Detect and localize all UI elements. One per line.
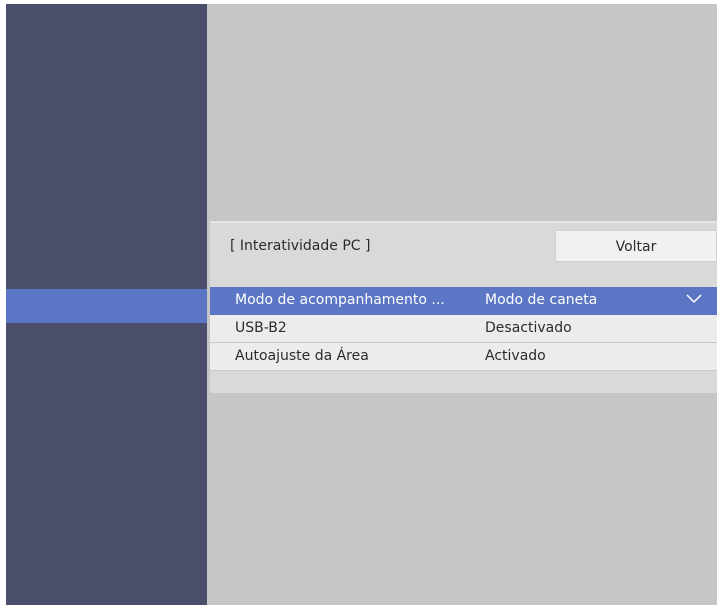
setting-row-area-autoadjust[interactable]: Autoajuste da Área Activado: [210, 343, 717, 371]
screen-frame: [ Interatividade PC ] Voltar Modo de aco…: [6, 4, 717, 605]
panel-title: [ Interatividade PC ]: [230, 238, 371, 254]
setting-label: Modo de acompanhamento ...: [235, 292, 445, 308]
setting-label: Autoajuste da Área: [235, 348, 369, 364]
setting-value: Activado: [485, 348, 546, 364]
sidebar: [6, 4, 207, 605]
settings-list: Modo de acompanhamento ... Modo de canet…: [210, 287, 717, 371]
setting-row-tracking-mode[interactable]: Modo de acompanhamento ... Modo de canet…: [210, 287, 717, 315]
chevron-down-icon[interactable]: [686, 294, 702, 304]
setting-label: USB-B2: [235, 320, 287, 336]
setting-value: Desactivado: [485, 320, 572, 336]
setting-row-usb-b2[interactable]: USB-B2 Desactivado: [210, 315, 717, 343]
panel-top-border: [210, 221, 717, 223]
setting-value: Modo de caneta: [485, 292, 598, 308]
sidebar-item-selected[interactable]: [6, 289, 207, 323]
settings-panel: [ Interatividade PC ] Voltar Modo de aco…: [210, 221, 717, 393]
back-button[interactable]: Voltar: [555, 230, 717, 262]
